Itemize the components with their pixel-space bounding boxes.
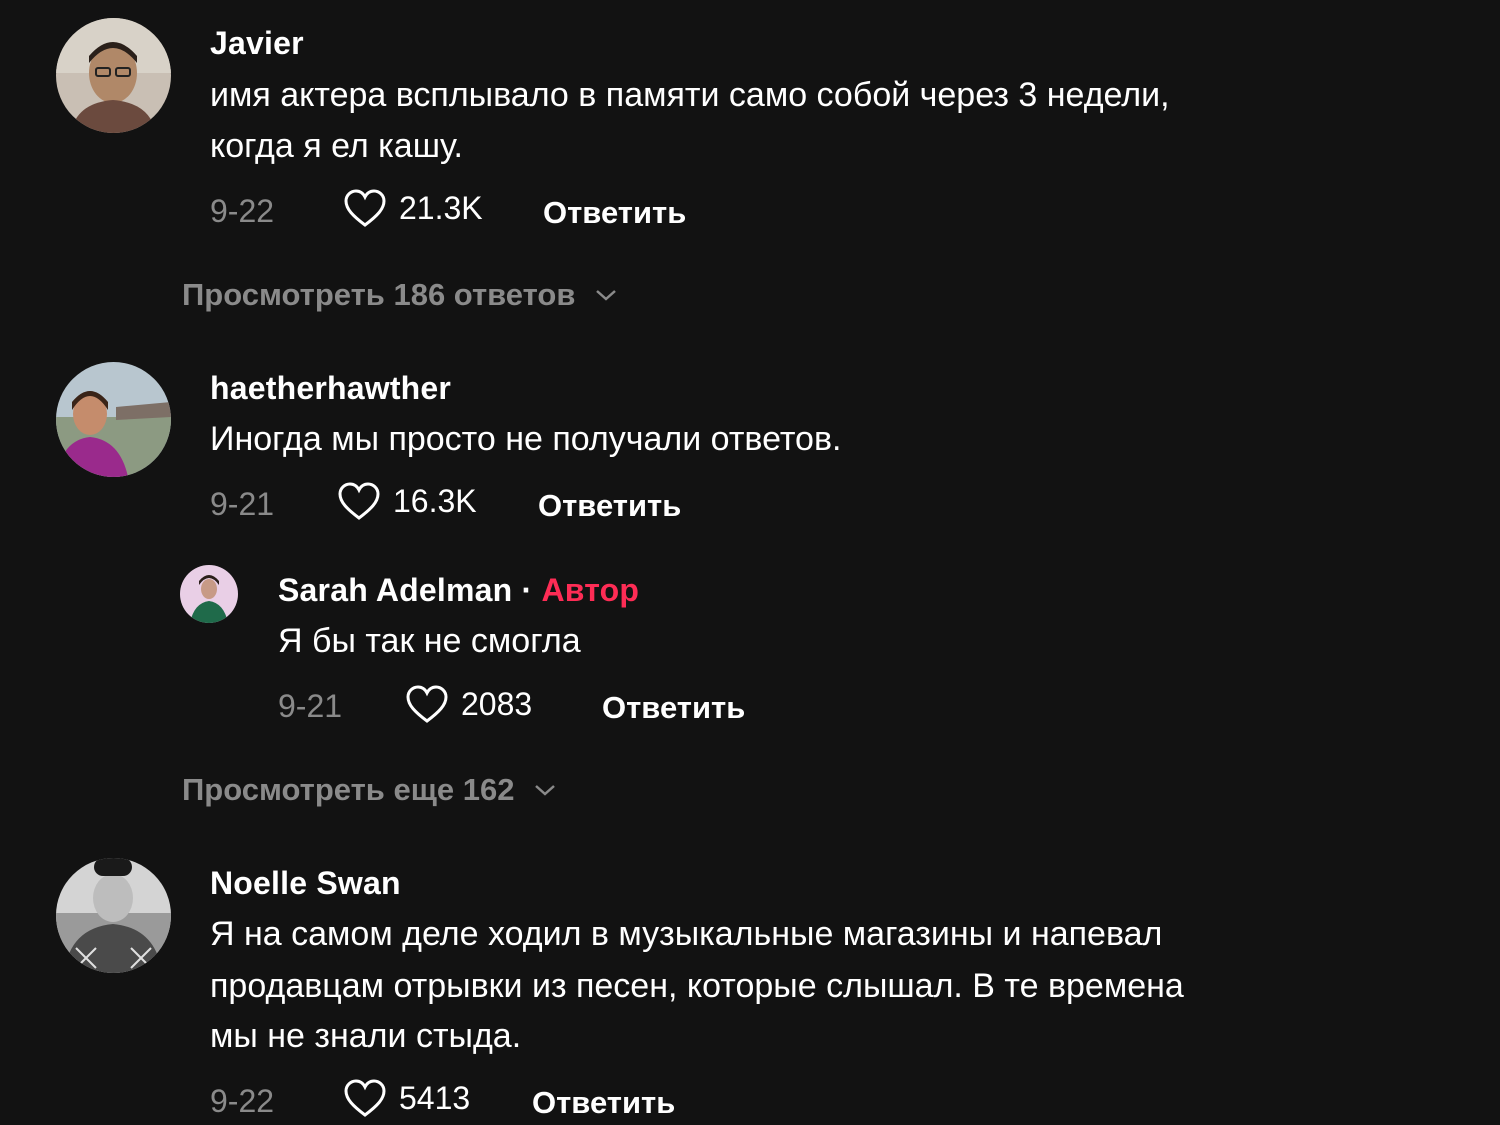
avatar-image bbox=[56, 858, 171, 973]
comment-username[interactable]: haetherhawther bbox=[210, 370, 451, 407]
comment-text-line: продавцам отрывки из песен, которые слыш… bbox=[210, 967, 1184, 1005]
heart-icon bbox=[338, 482, 380, 520]
separator: · bbox=[521, 572, 533, 608]
reply-username[interactable]: Sarah Adelman bbox=[278, 572, 512, 608]
like-count: 2083 bbox=[461, 685, 533, 722]
like-button[interactable]: 5413 bbox=[343, 1078, 470, 1118]
heart-icon bbox=[344, 1079, 386, 1117]
view-replies-label: Просмотреть еще 162 bbox=[182, 772, 515, 807]
heart-icon bbox=[344, 189, 386, 227]
reply-button[interactable]: Ответить bbox=[538, 488, 681, 524]
reply-button[interactable]: Ответить bbox=[532, 1085, 675, 1121]
comment-text-line: Я на самом деле ходил в музыкальные мага… bbox=[210, 915, 1163, 953]
comment-username[interactable]: Javier bbox=[210, 25, 304, 62]
comment-date: 9-22 bbox=[210, 193, 275, 229]
avatar[interactable] bbox=[56, 362, 171, 477]
view-replies-button[interactable]: Просмотреть 186 ответов bbox=[182, 277, 619, 313]
avatar-image bbox=[56, 362, 171, 477]
avatar-image bbox=[56, 18, 171, 133]
like-count: 21.3K bbox=[399, 189, 483, 226]
comment-date: 9-22 bbox=[210, 1083, 275, 1119]
like-button[interactable]: 16.3K bbox=[337, 481, 477, 521]
like-button[interactable]: 2083 bbox=[405, 684, 532, 724]
like-button[interactable]: 21.3K bbox=[343, 188, 483, 228]
like-count: 16.3K bbox=[393, 482, 477, 519]
avatar[interactable] bbox=[56, 858, 171, 973]
avatar-image bbox=[180, 565, 238, 623]
reply-button[interactable]: Ответить bbox=[543, 195, 686, 231]
author-badge: Автор bbox=[541, 572, 640, 608]
comment-text-line: мы не знали стыда. bbox=[210, 1017, 522, 1055]
comment-text-line: Иногда мы просто не получали ответов. bbox=[210, 420, 842, 458]
reply-button[interactable]: Ответить bbox=[602, 690, 745, 726]
reply-text: Я бы так не смогла bbox=[278, 622, 581, 660]
comment-text-line: имя актера всплывало в памяти само собой… bbox=[210, 76, 1170, 114]
chevron-down-icon bbox=[535, 785, 556, 796]
reply-date: 9-21 bbox=[278, 688, 343, 724]
chevron-down-icon bbox=[596, 290, 617, 301]
reply-username-row: Sarah Adelman · Автор bbox=[278, 572, 639, 609]
comment-username[interactable]: Noelle Swan bbox=[210, 865, 401, 902]
comment-date: 9-21 bbox=[210, 486, 275, 522]
avatar[interactable] bbox=[180, 565, 238, 623]
heart-icon bbox=[406, 685, 448, 723]
like-count: 5413 bbox=[399, 1079, 471, 1116]
view-replies-label: Просмотреть 186 ответов bbox=[182, 277, 576, 312]
avatar[interactable] bbox=[56, 18, 171, 133]
view-more-replies-button[interactable]: Просмотреть еще 162 bbox=[182, 772, 558, 808]
comment-text-line: когда я ел кашу. bbox=[210, 127, 464, 165]
